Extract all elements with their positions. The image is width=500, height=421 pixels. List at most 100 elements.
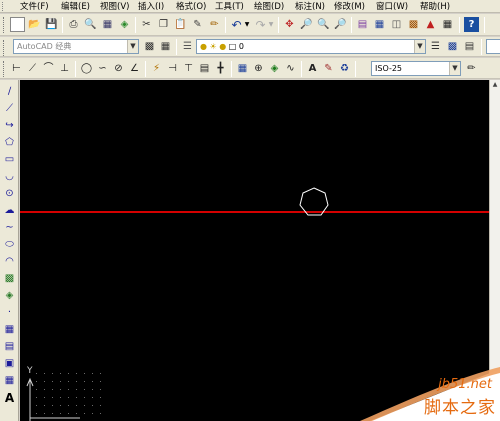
layer-previous-icon[interactable]: ▩ (445, 39, 460, 54)
undo-dropdown-icon[interactable]: ▼ (243, 17, 251, 32)
ellipse-icon[interactable]: ⬭ (2, 237, 17, 252)
help-icon[interactable]: ? (464, 17, 479, 32)
table-icon[interactable]: ▦ (2, 373, 17, 388)
gradient-icon[interactable]: ▤ (2, 339, 17, 354)
dimension-edit-icon[interactable]: A (305, 61, 320, 76)
separator (231, 61, 232, 77)
menu-help[interactable]: 帮助(H) (420, 1, 450, 13)
baseline-dimension-icon[interactable]: ⊣ (165, 61, 180, 76)
workspace-value: AutoCAD 经典 (17, 42, 72, 51)
radius-dimension-icon[interactable]: ◯ (79, 61, 94, 76)
revision-cloud-icon[interactable]: ☁ (2, 203, 17, 218)
cut-icon[interactable]: ✂ (139, 17, 154, 32)
diameter-dimension-icon[interactable]: ⊘ (111, 61, 126, 76)
plot-icon[interactable]: ◈ (117, 17, 132, 32)
dimension-break-icon[interactable]: ╋ (213, 61, 228, 76)
calculator-icon[interactable]: ▦ (440, 17, 455, 32)
my-workspace-icon[interactable]: ▦ (158, 39, 173, 54)
menu-draw[interactable]: 绘图(D) (254, 1, 284, 13)
menu-window[interactable]: 窗口(W) (376, 1, 408, 13)
color-swatch-icon: □ (228, 42, 237, 51)
tolerance-icon[interactable]: ▦ (235, 61, 250, 76)
spline-icon[interactable]: ∼ (2, 220, 17, 235)
menu-insert[interactable]: 插入(I) (138, 1, 164, 13)
quick-dimension-icon[interactable]: ⚡ (149, 61, 164, 76)
redo-icon[interactable]: ↷ (253, 17, 268, 32)
tool-palettes-icon[interactable]: ◫ (389, 17, 404, 32)
insert-block-icon[interactable]: ▩ (2, 271, 17, 286)
dimension-text-edit-icon[interactable]: ✎ (321, 61, 336, 76)
menu-tools[interactable]: 工具(T) (215, 1, 244, 13)
menu-modify[interactable]: 修改(M) (334, 1, 365, 13)
jogged-linear-icon[interactable]: ∿ (283, 61, 298, 76)
zoom-previous-icon[interactable]: 🔎 (333, 17, 348, 32)
copy-icon[interactable]: ❐ (156, 17, 171, 32)
ellipse-arc-icon[interactable]: ◠ (2, 254, 17, 269)
chevron-down-icon[interactable]: ▼ (127, 40, 138, 53)
menu-dimension[interactable]: 标注(N) (295, 1, 325, 13)
menu-edit[interactable]: 编辑(E) (61, 1, 90, 13)
inspection-icon[interactable]: ◈ (267, 61, 282, 76)
zoom-window-icon[interactable]: 🔍 (316, 17, 331, 32)
chevron-down-icon[interactable]: ▼ (449, 62, 460, 75)
markup-icon[interactable]: ▲ (423, 17, 438, 32)
publish-icon[interactable]: ▦ (100, 17, 115, 32)
aligned-dimension-icon[interactable]: ⟋ (25, 61, 40, 76)
multiline-text-icon[interactable]: A (2, 390, 17, 405)
arc-length-icon[interactable]: ⌒ (41, 61, 56, 76)
point-icon[interactable]: · (2, 305, 17, 320)
color-control-select[interactable] (486, 39, 500, 54)
dimension-style-select[interactable]: ISO-25 ▼ (371, 61, 461, 76)
undo-icon[interactable]: ↶ (229, 17, 244, 32)
polyline-icon[interactable]: ↪ (2, 118, 17, 133)
dimension-update-icon[interactable]: ♻ (337, 61, 352, 76)
circle-icon[interactable]: ⊙ (2, 186, 17, 201)
rectangle-icon[interactable]: ▭ (2, 152, 17, 167)
line-icon[interactable]: ∕ (2, 84, 17, 99)
save-icon[interactable]: 💾 (44, 17, 59, 32)
separator (135, 17, 136, 33)
linear-dimension-icon[interactable]: ⊢ (9, 61, 24, 76)
open-folder-icon[interactable]: 📂 (27, 17, 42, 32)
make-current-layer-icon[interactable]: ☰ (428, 39, 443, 54)
layer-value: 0 (238, 42, 244, 51)
menu-view[interactable]: 视图(V) (100, 1, 129, 13)
design-center-icon[interactable]: ▦ (372, 17, 387, 32)
dimension-style-icon[interactable]: ✏ (464, 61, 479, 76)
dimension-space-icon[interactable]: ▤ (197, 61, 212, 76)
ordinate-dimension-icon[interactable]: ⊥ (57, 61, 72, 76)
workspace-settings-icon[interactable]: ▩ (142, 39, 157, 54)
layer-states-icon[interactable]: ▤ (462, 39, 477, 54)
construction-line-icon[interactable]: ⟋ (2, 101, 17, 116)
match-properties-icon[interactable]: ✎ (190, 17, 205, 32)
zoom-realtime-icon[interactable]: 🔎 (299, 17, 314, 32)
toolbar-grip (3, 40, 6, 56)
angular-dimension-icon[interactable]: ∠ (127, 61, 142, 76)
sheet-set-icon[interactable]: ▩ (406, 17, 421, 32)
chevron-down-icon[interactable]: ▼ (414, 40, 425, 53)
separator (351, 17, 352, 33)
polygon-icon[interactable]: ⬠ (2, 135, 17, 150)
new-file-icon[interactable] (10, 17, 25, 32)
continue-dimension-icon[interactable]: ⊤ (181, 61, 196, 76)
hatch-icon[interactable]: ▦ (2, 322, 17, 337)
watermark: jb51.net 脚本之家 (350, 359, 500, 421)
center-mark-icon[interactable]: ⊕ (251, 61, 266, 76)
menu-file[interactable]: 文件(F) (20, 1, 49, 13)
scroll-up-icon[interactable]: ▲ (490, 80, 500, 90)
paste-icon[interactable]: 📋 (173, 17, 188, 32)
layer-manager-icon[interactable]: ☰ (180, 39, 195, 54)
block-editor-icon[interactable]: ✏ (207, 17, 222, 32)
jogged-dimension-icon[interactable]: ∽ (95, 61, 110, 76)
arc-icon[interactable]: ◡ (2, 169, 17, 184)
make-block-icon[interactable]: ◈ (2, 288, 17, 303)
pan-icon[interactable]: ✥ (282, 17, 297, 32)
print-icon[interactable]: ⎙ (66, 17, 81, 32)
region-icon[interactable]: ▣ (2, 356, 17, 371)
layer-select[interactable]: ● ☀ ● □ 0 ▼ (196, 39, 426, 54)
workspace-select[interactable]: AutoCAD 经典 ▼ (13, 39, 139, 54)
menu-format[interactable]: 格式(O) (176, 1, 206, 13)
redo-dropdown-icon[interactable]: ▼ (267, 17, 275, 32)
print-preview-icon[interactable]: 🔍 (83, 17, 98, 32)
properties-icon[interactable]: ▤ (355, 17, 370, 32)
